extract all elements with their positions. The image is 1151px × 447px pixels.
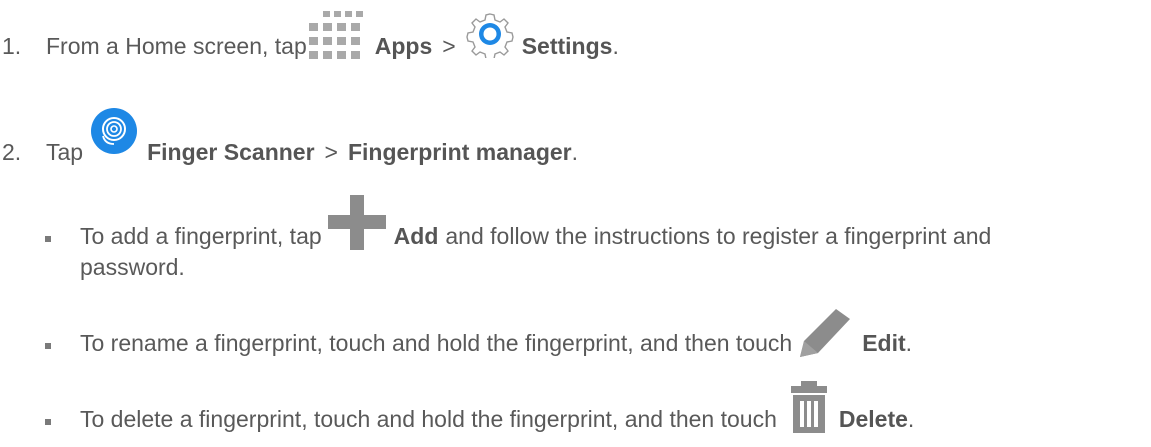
fingerprint-icon — [89, 106, 139, 156]
trash-icon — [787, 381, 831, 433]
step-number: 1. — [2, 33, 22, 59]
settings-label: Settings — [521, 33, 613, 59]
edit-label: Edit — [862, 330, 906, 356]
apps-label: Apps — [374, 33, 433, 59]
bullet-add-wrap: password. — [80, 254, 185, 281]
bullet-delete: To delete a fingerprint, touch and hold … — [45, 381, 914, 433]
finger-scanner-label: Finger Scanner — [147, 139, 315, 165]
apps-grid-icon — [307, 11, 369, 66]
bullet-text: To delete a fingerprint, touch and hold … — [80, 406, 777, 432]
step-text: From a Home screen, tap — [46, 33, 307, 59]
bullet-end: . — [907, 406, 915, 432]
step-text: Tap — [46, 139, 84, 165]
step-1: 1. From a Home screen, tap Apps > Settin… — [2, 6, 619, 66]
bullet-marker — [45, 236, 51, 242]
separator: > — [324, 139, 338, 165]
step-2: 2. Tap Finger Scanner > Fingerprint mana… — [2, 108, 579, 172]
step-end: . — [571, 139, 579, 165]
bullet-text: To add a fingerprint, tap — [80, 223, 322, 249]
step-end: . — [612, 33, 619, 59]
fingerprint-manager-label: Fingerprint manager — [347, 139, 572, 165]
separator: > — [442, 33, 456, 59]
bullet-end: . — [905, 330, 913, 356]
add-label: Add — [393, 223, 439, 249]
bullet-marker — [45, 419, 51, 425]
bullet-text: To rename a fingerprint, touch and hold … — [80, 330, 793, 356]
plus-icon — [327, 195, 386, 250]
bullet-marker — [45, 343, 51, 349]
step-number: 2. — [2, 139, 22, 165]
settings-gear-icon — [465, 10, 514, 61]
delete-label: Delete — [838, 406, 908, 432]
bullet-text-wrap: password. — [80, 254, 185, 280]
bullet-text-cont: and follow the instructions to register … — [445, 223, 992, 249]
bullet-edit: To rename a fingerprint, touch and hold … — [45, 307, 912, 357]
pencil-icon — [796, 307, 852, 357]
bullet-add: To add a fingerprint, tap Add and follow… — [45, 195, 991, 250]
